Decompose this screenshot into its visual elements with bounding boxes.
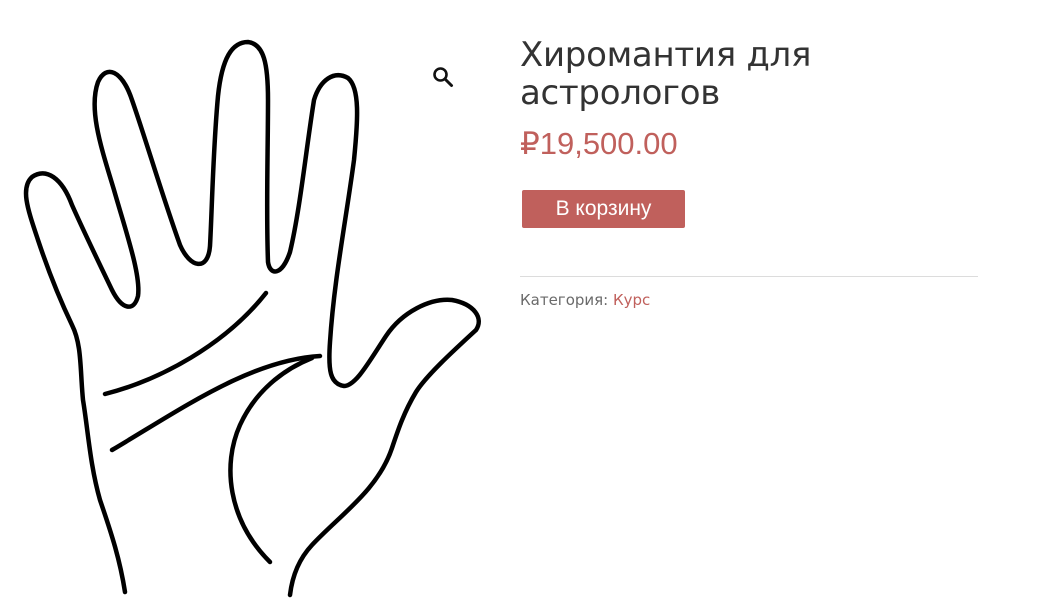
product-title: Хиромантия для астрологов (520, 35, 812, 113)
magnifier-icon (433, 67, 453, 87)
zoom-button[interactable] (424, 58, 462, 96)
product-price: ₽19,500.00 (520, 126, 678, 161)
product-gallery (0, 0, 500, 600)
category-link[interactable]: Курс (613, 291, 650, 309)
category-label: Категория: (520, 291, 613, 309)
add-to-cart-button[interactable]: В корзину (522, 190, 685, 228)
product-meta: Категория: Курс (520, 290, 980, 310)
divider (520, 276, 978, 277)
product-summary: Хиромантия для астрологов ₽19,500.00 В к… (520, 36, 980, 310)
